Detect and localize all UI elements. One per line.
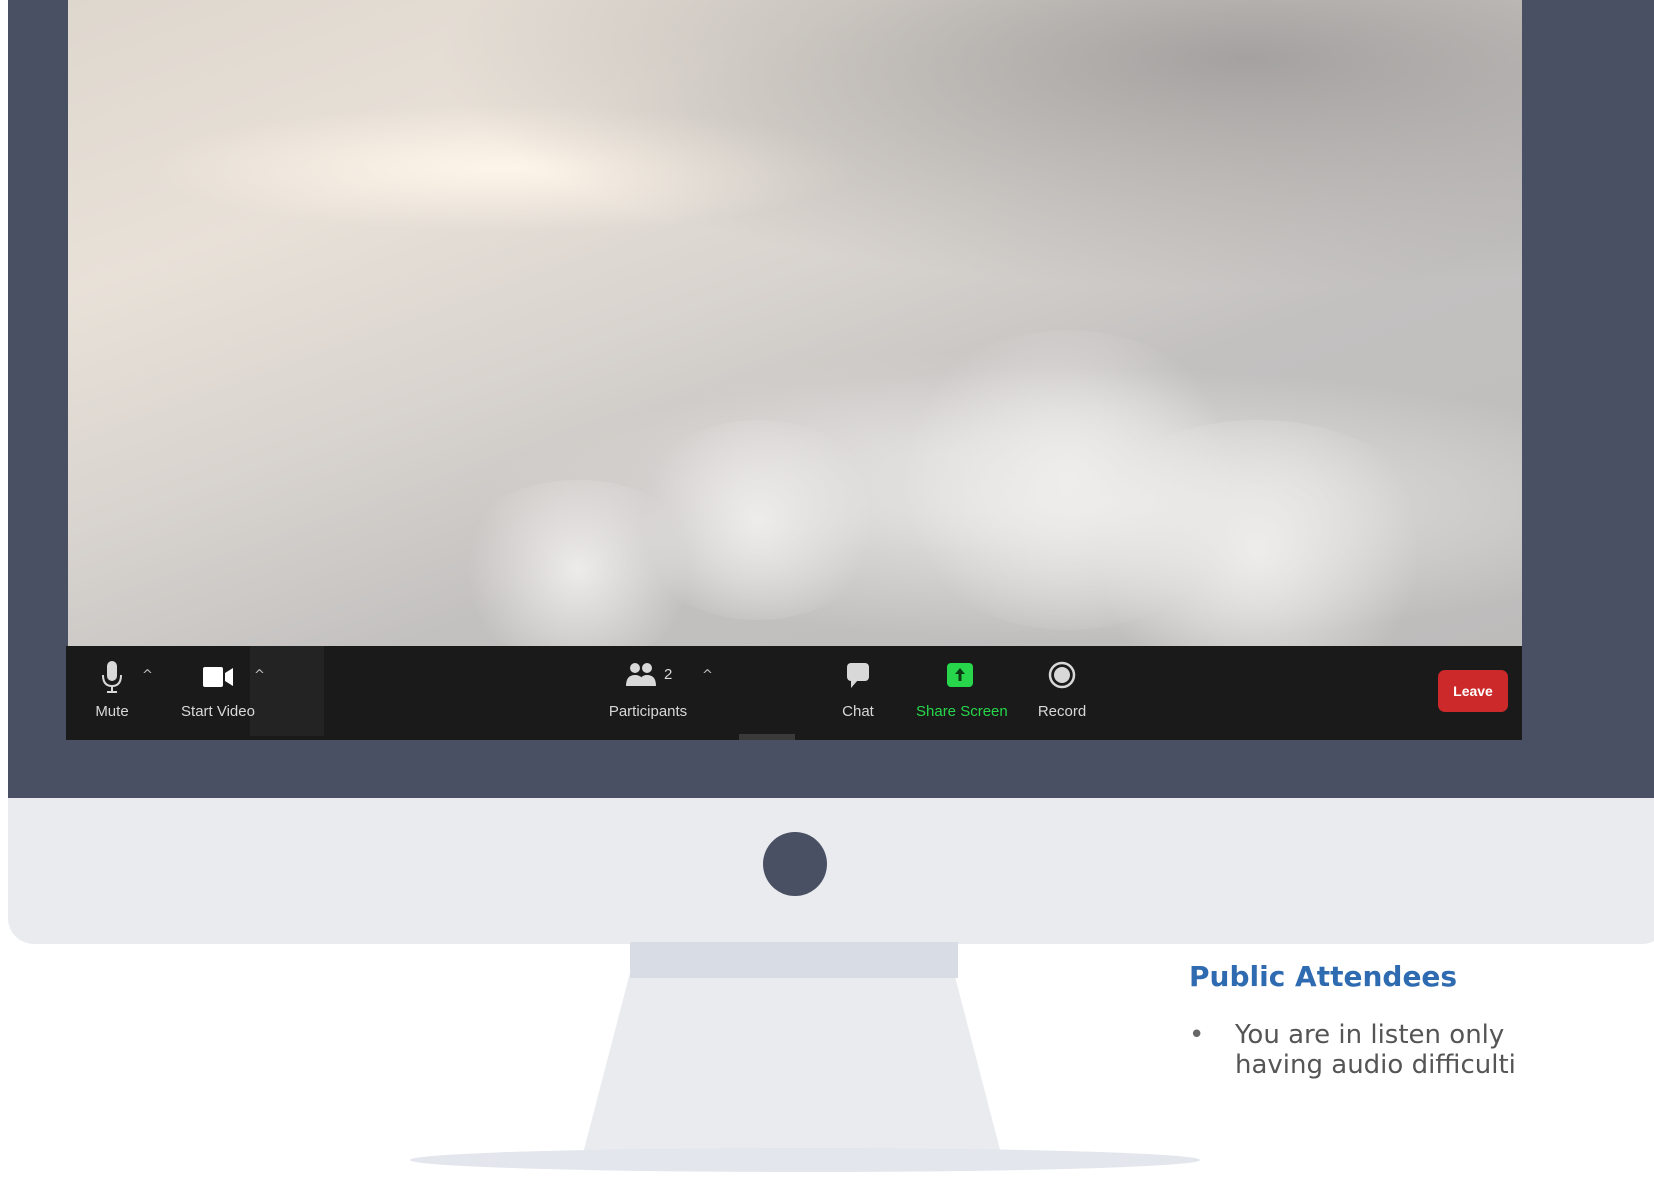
participants-icon: [626, 663, 656, 686]
participants-count: 2: [664, 666, 673, 683]
video-camera-icon: [203, 667, 233, 687]
participants-label: Participants: [608, 703, 688, 720]
monitor-stand-base: [410, 1148, 1200, 1172]
sky-shade: [431, 0, 1522, 292]
share-screen-button[interactable]: Share Screen: [916, 660, 1008, 732]
chat-button[interactable]: Chat: [836, 660, 880, 732]
mute-button[interactable]: Mute: [88, 660, 136, 732]
chat-icon: [847, 663, 869, 688]
list-item-continuation: having audio difficulti: [1235, 1050, 1516, 1080]
monitor-logo: [763, 832, 827, 896]
video-screen: [68, 0, 1522, 647]
leave-button[interactable]: Leave: [1438, 670, 1508, 712]
start-video-label: Start Video: [181, 703, 255, 720]
share-screen-label: Share Screen: [916, 703, 1008, 720]
share-screen-icon: [947, 663, 973, 687]
monitor-stand-shadow: [630, 942, 958, 978]
cloud: [448, 480, 708, 647]
audio-options-caret[interactable]: ^: [142, 668, 153, 683]
monitor-chin: [8, 798, 1654, 944]
record-button[interactable]: Record: [1036, 660, 1088, 732]
chat-label: Chat: [842, 703, 874, 720]
toolbar-tab-indicator: [739, 734, 795, 740]
start-video-button[interactable]: Start Video: [178, 660, 258, 732]
list-item: You are in listen only: [1189, 1020, 1654, 1050]
record-label: Record: [1037, 703, 1087, 720]
section-heading: Public Attendees: [1189, 960, 1458, 993]
attendee-instructions: You are in listen only having audio diff…: [1189, 1020, 1654, 1080]
start-video-highlight: [250, 646, 324, 736]
participants-options-caret[interactable]: ^: [702, 668, 713, 683]
meeting-toolbar: Mute ^ Start Video ^ Participants 2 ^ Ch…: [66, 646, 1522, 740]
video-options-caret[interactable]: ^: [254, 668, 265, 683]
participants-button[interactable]: Participants: [606, 660, 690, 732]
record-icon: [1048, 661, 1076, 689]
microphone-icon: [102, 661, 122, 693]
mute-label: Mute: [95, 703, 129, 720]
